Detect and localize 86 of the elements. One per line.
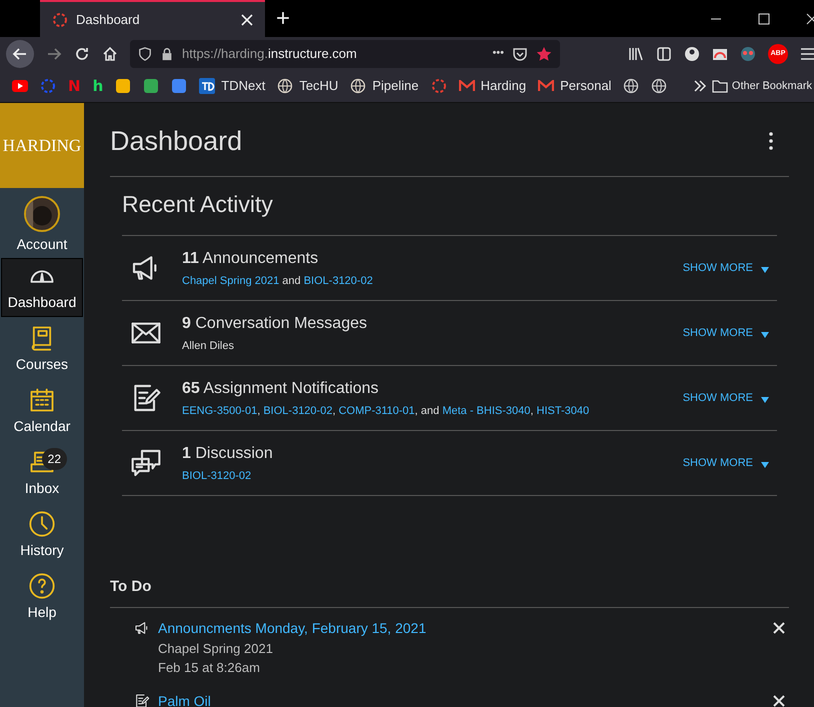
lock-icon	[160, 46, 174, 60]
maximize-icon[interactable]	[758, 12, 770, 24]
home-icon[interactable]	[102, 46, 118, 62]
summary-text: and	[281, 274, 302, 287]
activity-title[interactable]: 11 Announcements	[182, 246, 683, 271]
avatar	[24, 196, 60, 232]
nav-item[interactable]: History	[1, 506, 83, 565]
course-link[interactable]: EENG-3500-01	[182, 404, 258, 417]
course-link[interactable]: BIOL-3120-02	[263, 404, 332, 417]
caret-icon	[761, 332, 769, 338]
forward-icon[interactable]	[46, 46, 62, 62]
pocket-icon[interactable]	[512, 46, 528, 62]
course-link[interactable]: Chapel Spring 2021	[182, 274, 280, 287]
nav-item[interactable]: Courses	[1, 320, 83, 379]
bookmark[interactable]: Personal	[534, 74, 616, 98]
extension-icon[interactable]	[740, 46, 756, 62]
course-link[interactable]: BIOL-3120-02	[304, 274, 373, 287]
summary-text: ,	[332, 404, 337, 417]
account-icon[interactable]	[684, 46, 700, 62]
page-title: Dashboard	[110, 125, 242, 158]
back-arrow-icon	[12, 46, 28, 62]
address-bar[interactable]: https://harding.instructure.com •••	[130, 40, 560, 68]
show-more-button[interactable]: SHOW MORE	[682, 324, 769, 342]
ring-icon	[52, 12, 68, 28]
summary-text: , and	[414, 404, 440, 417]
url-text: https://harding.instructure.com	[182, 44, 358, 63]
more-button[interactable]: •••	[492, 45, 504, 62]
nav-item[interactable]: Inbox 22	[1, 444, 83, 503]
caret-icon	[761, 267, 769, 273]
chevron-icon[interactable]	[692, 78, 708, 94]
reload-icon[interactable]	[74, 46, 90, 62]
summary-text: Allen Diles	[182, 340, 234, 352]
bookmark-folder[interactable]: Other Bookmark	[712, 78, 814, 94]
course-link[interactable]: COMP-3110-01	[338, 404, 415, 417]
letter-icon: N	[68, 80, 81, 92]
unread-badge: 22	[42, 448, 67, 470]
document-pencil-icon	[134, 692, 150, 707]
bookmark[interactable]: Harding	[454, 74, 530, 98]
new-tab-button[interactable]: +	[265, 0, 301, 37]
todo-detail: Feb 15 at 8:26am	[158, 658, 261, 676]
section-title: Recent Activity	[122, 176, 777, 236]
folder-icon	[712, 79, 728, 93]
nav-item[interactable]: Help	[1, 568, 83, 627]
caret-icon	[761, 397, 769, 403]
summary-text: ,	[530, 404, 534, 417]
nav-item[interactable]: Calendar	[1, 382, 83, 441]
back-button[interactable]	[6, 40, 34, 68]
help-icon	[28, 572, 56, 600]
close-icon[interactable]	[773, 694, 785, 706]
menu-icon[interactable]	[800, 46, 814, 62]
more-options-icon[interactable]	[769, 132, 773, 150]
course-link[interactable]: HIST-3040	[536, 404, 590, 417]
nav-item[interactable]: Dashboard	[1, 258, 83, 317]
nav-item[interactable]: Account	[1, 196, 83, 255]
activity-title[interactable]: 9 Conversation Messages	[182, 312, 683, 336]
letter-icon: h	[92, 80, 104, 92]
library-icon[interactable]	[628, 46, 644, 62]
show-more-button[interactable]: SHOW MORE	[682, 454, 769, 472]
close-icon[interactable]	[241, 14, 253, 26]
calendar-icon	[28, 386, 56, 414]
tab-title: Dashboard	[76, 10, 141, 29]
caret-icon	[761, 462, 769, 468]
todo-link[interactable]: Palm Oil	[158, 690, 773, 707]
shield-icon	[138, 46, 152, 60]
browser-tab[interactable]: Dashboard	[40, 0, 265, 37]
todo-detail: Chapel Spring 2021	[158, 640, 274, 658]
show-more-button[interactable]: SHOW MORE	[682, 390, 769, 406]
todo-link[interactable]: Announcments Monday, February 15, 2021	[158, 618, 773, 638]
star-icon[interactable]	[536, 46, 552, 62]
chat-bubbles-icon	[130, 447, 162, 479]
bookmark[interactable]: TDNext	[195, 74, 270, 98]
activity-title[interactable]: 1 Discussion	[182, 442, 683, 466]
activity-title[interactable]: 65 Assignment Notifications	[182, 376, 683, 401]
course-link[interactable]: BIOL-3120-02	[182, 470, 252, 482]
show-more-button[interactable]: SHOW MORE	[682, 260, 769, 276]
megaphone-icon	[134, 620, 150, 636]
course-link[interactable]: Meta - BHIS-3040	[442, 404, 530, 417]
bookmark[interactable]: TecHU	[273, 74, 342, 98]
summary-text: ,	[257, 404, 262, 417]
sidebar-icon[interactable]	[656, 46, 672, 62]
bookmark[interactable]: h	[88, 74, 108, 98]
close-icon[interactable]	[773, 622, 785, 634]
logo: HARDING	[2, 137, 82, 154]
clock-icon	[28, 510, 56, 538]
todo-title: To Do	[110, 576, 789, 608]
bookmark[interactable]: Pipeline	[346, 74, 423, 98]
